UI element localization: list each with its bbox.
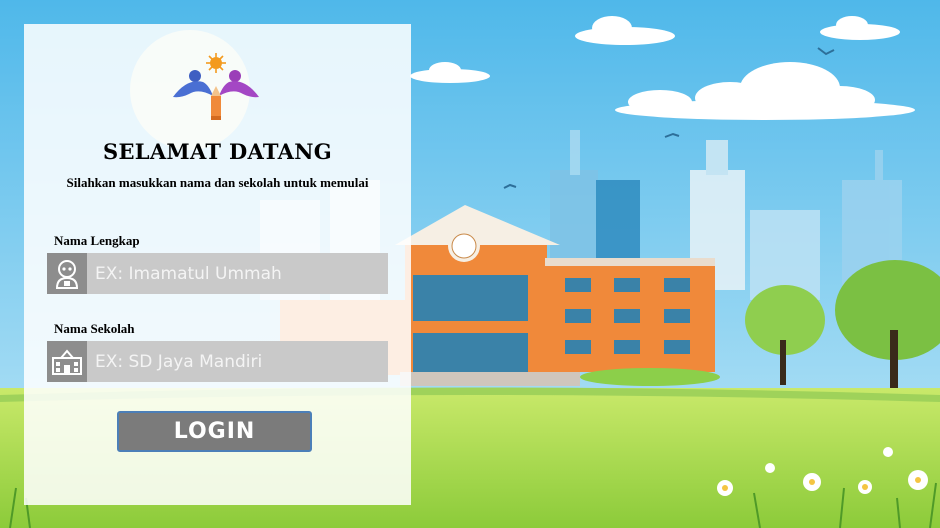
name-label: Nama Lengkap bbox=[54, 233, 140, 248]
name-input[interactable] bbox=[87, 253, 388, 294]
student-icon bbox=[47, 253, 87, 294]
logo-icon bbox=[173, 53, 259, 120]
page-title: SELAMAT DATANG bbox=[102, 139, 333, 164]
school-field-group bbox=[47, 341, 388, 382]
name-field-group bbox=[47, 253, 388, 294]
login-button[interactable]: LOGIN bbox=[117, 411, 312, 452]
school-label: Nama Sekolah bbox=[54, 321, 135, 336]
school-input[interactable] bbox=[87, 341, 388, 382]
school-icon bbox=[47, 341, 87, 382]
login-panel: SELAMAT DATANG Silahkan masukkan nama da… bbox=[24, 24, 411, 505]
page-subtitle: Silahkan masukkan nama dan sekolah untuk… bbox=[66, 175, 369, 190]
